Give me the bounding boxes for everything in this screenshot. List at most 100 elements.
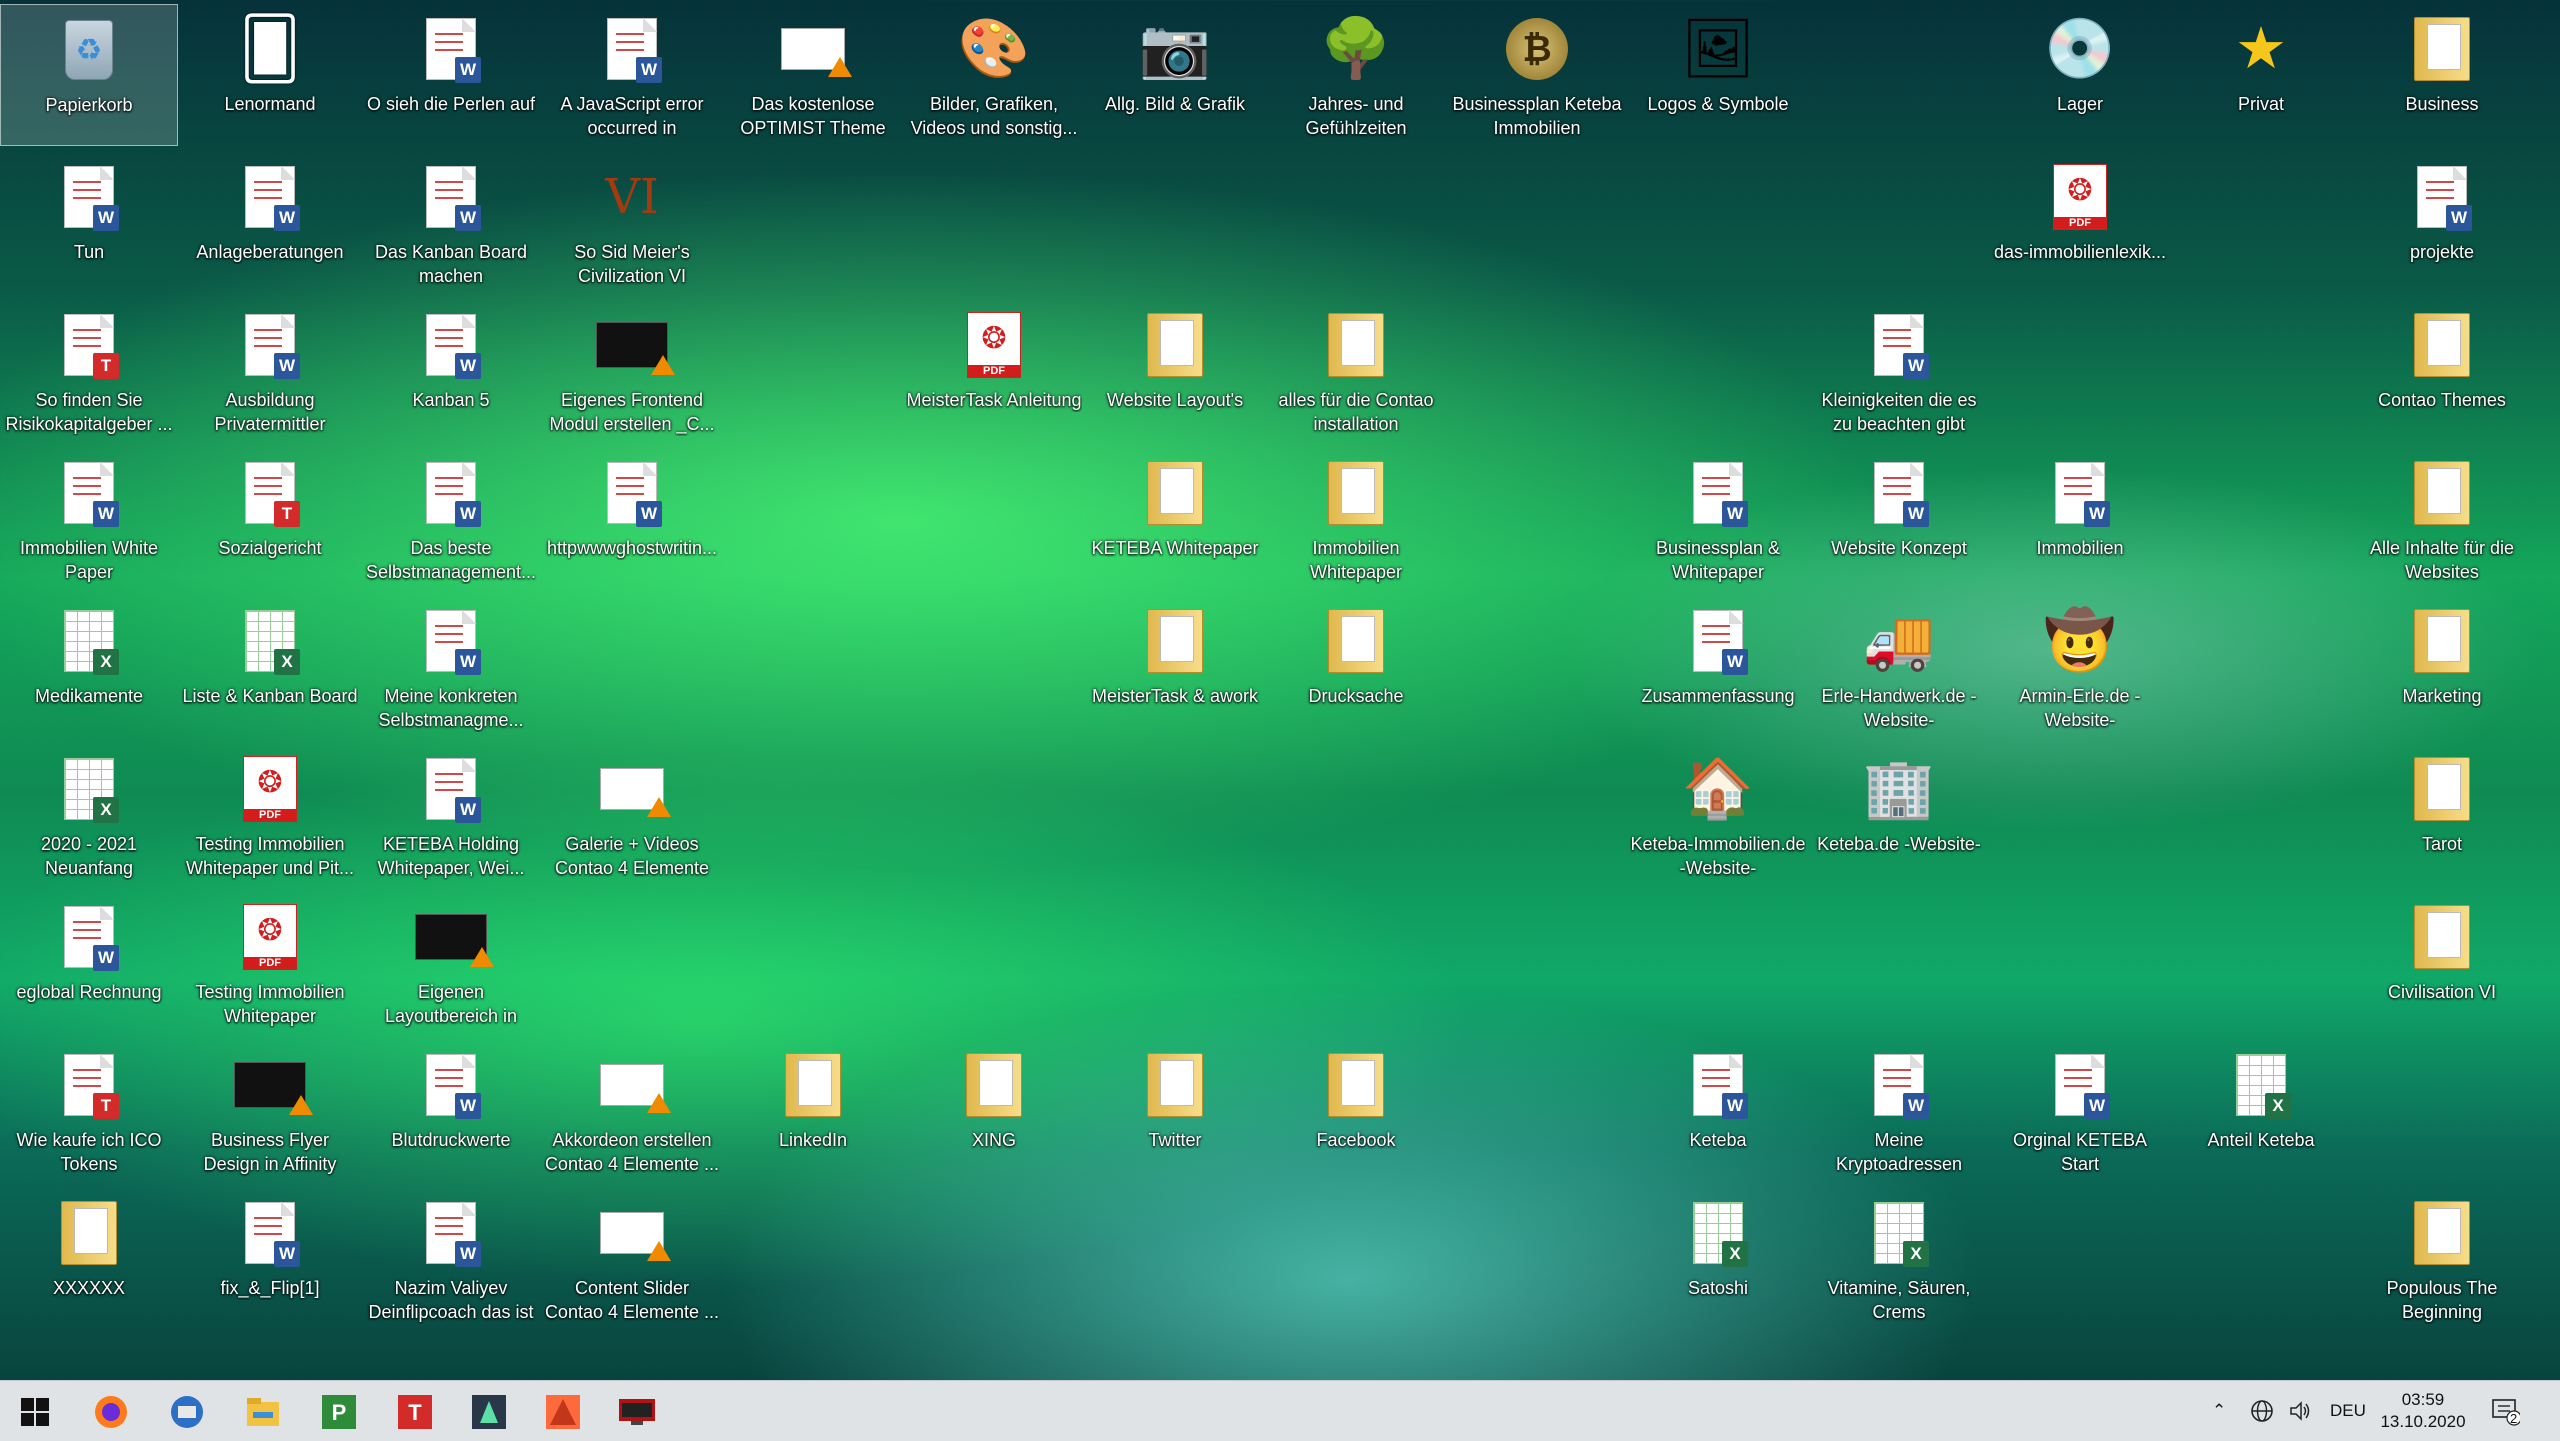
file-explorer-taskbar-button[interactable] xyxy=(240,1389,286,1435)
desktop-icon[interactable]: Business Flyer Design in Affinity Publis… xyxy=(181,1040,359,1182)
desktop-icon[interactable]: XING xyxy=(905,1040,1083,1182)
desktop-icon[interactable]: Wfix_&_Flip[1] xyxy=(181,1188,359,1330)
desktop-icon[interactable]: XXXXXX xyxy=(0,1188,178,1330)
desktop-icon[interactable]: W Ausbildung Privatermittler xyxy=(181,300,359,442)
desktop-icon[interactable]: W Meine konkreten Selbstmanagme... xyxy=(362,596,540,738)
desktop-icon[interactable]: T Sozialgericht xyxy=(181,448,359,590)
wintv-taskbar-button[interactable] xyxy=(614,1389,660,1435)
desktop-icon-label: Keteba.de -Website- xyxy=(1817,834,1981,854)
input-language-indicator[interactable]: DEU xyxy=(2330,1381,2366,1441)
desktop-icon[interactable]: alles für die Contao installation xyxy=(1267,300,1445,442)
desktop-icon[interactable]: LinkedIn xyxy=(724,1040,902,1182)
desktop-icon[interactable]: Website Layout's xyxy=(1086,300,1264,442)
start-button[interactable] xyxy=(12,1389,58,1435)
desktop-icon[interactable]: Das kostenlose OPTIMIST Theme für... xyxy=(724,4,902,146)
wintv-icon xyxy=(619,1399,655,1425)
desktop-icon[interactable]: W Zusammenfassung xyxy=(1629,596,1807,738)
firefox-taskbar-button[interactable] xyxy=(88,1389,134,1435)
planmaker-taskbar-button[interactable]: P xyxy=(316,1389,362,1435)
desktop-icon[interactable]: W Blutdruckwerte xyxy=(362,1040,540,1182)
desktop-icon[interactable]: ★ Privat xyxy=(2172,4,2350,146)
desktop-icon[interactable]: W Das beste Selbstmanagement... xyxy=(362,448,540,590)
desktop-icon[interactable]: Twitter xyxy=(1086,1040,1264,1182)
desktop-icon[interactable]: ❂ PDF Testing Immobilien Whitepaper xyxy=(181,892,359,1034)
network-button[interactable] xyxy=(2250,1381,2274,1441)
desktop-icon[interactable]: ♻ Papierkorb xyxy=(0,4,178,146)
desktop-icon[interactable]: T Wie kaufe ich ICO Tokens xyxy=(0,1040,178,1182)
desktop-icon[interactable]: W O sieh die Perlen auf xyxy=(362,4,540,146)
desktop-icon[interactable]: ❂ PDF das-immobilienlexik... xyxy=(1991,152,2169,294)
desktop-icon[interactable]: Drucksache xyxy=(1267,596,1445,738)
desktop-icon[interactable]: ₿ Businessplan Keteba Immobilien xyxy=(1448,4,1626,146)
desktop-icon[interactable]: ❂ PDF MeisterTask Anleitung xyxy=(905,300,1083,442)
desktop-icon-label: Sozialgericht xyxy=(218,538,322,558)
desktop-icon[interactable]: Galerie + Videos Contao 4 Elemente #3 xyxy=(543,744,721,886)
desktop-icon[interactable]: 🎨 Bilder, Grafiken, Videos und sonstig... xyxy=(905,4,1083,146)
desktop-icon[interactable]: 📷 Allg. Bild & Grafik xyxy=(1086,4,1264,146)
desktop-icon[interactable]: 💿 Lager xyxy=(1991,4,2169,146)
desktop-icon[interactable]: MeisterTask & awork xyxy=(1086,596,1264,738)
desktop-icon[interactable]: Populous The Beginning xyxy=(2353,1188,2531,1330)
desktop-icon[interactable]: W Immobilien White Paper xyxy=(0,448,178,590)
desktop-icon[interactable]: Facebook xyxy=(1267,1040,1445,1182)
show-hidden-icons-button[interactable]: ⌃ xyxy=(2212,1381,2226,1441)
desktop-icon[interactable]: Alle Inhalte für die Websites xyxy=(2353,448,2531,590)
desktop-icon[interactable]: W Kleinigkeiten die es zu beachten gibt xyxy=(1810,300,1988,442)
desktop-icon[interactable]: Marketing xyxy=(2353,596,2531,738)
desktop-icon[interactable]: Tarot xyxy=(2353,744,2531,886)
desktop-icon[interactable]: 🏢 Keteba.de -Website- xyxy=(1810,744,1988,886)
desktop-icon[interactable]: KETEBA Whitepaper xyxy=(1086,448,1264,590)
desktop-icon[interactable]: W Nazim Valiyev Deinflipcoach das ist xyxy=(362,1188,540,1330)
desktop-icon[interactable]: X 2020 - 2021 Neuanfang xyxy=(0,744,178,886)
desktop-icon[interactable]: X Satoshi xyxy=(1629,1188,1807,1330)
desktop-icon[interactable]: W Meine Kryptoadressen xyxy=(1810,1040,1988,1182)
desktop-icon[interactable]: W Tun xyxy=(0,152,178,294)
desktop-icon[interactable]: Eigenes Frontend Modul erstellen _C... xyxy=(543,300,721,442)
desktop-icon[interactable]: W Das Kanban Board machen xyxy=(362,152,540,294)
desktop-icon[interactable]: W KETEBA Holding Whitepaper, Wei... xyxy=(362,744,540,886)
desktop-icon[interactable]: ❂ PDF Testing Immobilien Whitepaper und Pi… xyxy=(181,744,359,886)
desktop-icon[interactable]: Immobilien Whitepaper xyxy=(1267,448,1445,590)
desktop-icon[interactable]: Civilisation VI xyxy=(2353,892,2531,1034)
excel-spreadsheet-icon: X xyxy=(53,602,125,680)
desktop-icon[interactable]: W Immobilien xyxy=(1991,448,2169,590)
desktop-icon[interactable]: X Anteil Keteba xyxy=(2172,1040,2350,1182)
desktop-icon[interactable]: 🚚 Erle-Handwerk.de -Website- xyxy=(1810,596,1988,738)
textmaker-taskbar-button[interactable]: T xyxy=(392,1389,438,1435)
desktop-icon[interactable]: Content Slider Contao 4 Elemente ... xyxy=(543,1188,721,1330)
desktop-icon-label: Keteba xyxy=(1689,1130,1747,1150)
desktop-icon[interactable]: 🌳 Jahres- und Gefühlzeiten xyxy=(1267,4,1445,146)
desktop-icon[interactable]: 🖼 Logos & Symbole xyxy=(1629,4,1807,146)
desktop-icon[interactable]: Eigenen Layoutbereich in Contao erstelle… xyxy=(362,892,540,1034)
desktop-icon[interactable]: X Medikamente xyxy=(0,596,178,738)
clock[interactable]: 03:59 13.10.2020 xyxy=(2378,1381,2468,1441)
desktop-icon[interactable]: Whttpwwwghostwritin... xyxy=(543,448,721,590)
desktop-icon[interactable]: Akkordeon erstellen Contao 4 Elemente ..… xyxy=(543,1040,721,1182)
desktop-icon[interactable]: Contao Themes xyxy=(2353,300,2531,442)
desktop-icon[interactable]: W Website Konzept xyxy=(1810,448,1988,590)
desktop-icon[interactable]: 🂠 Lenormand xyxy=(181,4,359,146)
desktop-icon[interactable]: W Anlageberatungen xyxy=(181,152,359,294)
affinity-publisher-taskbar-button[interactable] xyxy=(466,1389,512,1435)
desktop-icon[interactable]: 🏠 Keteba-Immobilien.de -Website- xyxy=(1629,744,1807,886)
action-center-button[interactable]: 2 xyxy=(2490,1381,2520,1441)
desktop-icon[interactable]: T So finden Sie Risikokapitalgeber ... xyxy=(0,300,178,442)
volume-button[interactable] xyxy=(2288,1381,2312,1441)
folder-icon xyxy=(1139,1046,1211,1124)
desktop-icon[interactable]: W Keteba xyxy=(1629,1040,1807,1182)
desktop-icon[interactable]: VI So Sid Meier's Civilization VI xyxy=(543,152,721,294)
affinity-designer-taskbar-button[interactable] xyxy=(540,1389,586,1435)
desktop-icon[interactable]: X Vitamine, Säuren, Crems xyxy=(1810,1188,1988,1330)
thunderbird-taskbar-button[interactable] xyxy=(164,1389,210,1435)
desktop-icon[interactable]: Weglobal Rechnung xyxy=(0,892,178,1034)
desktop-icon[interactable]: Business xyxy=(2353,4,2531,146)
pdf-icon: ❂ PDF xyxy=(234,898,306,976)
desktop-icon[interactable]: W A JavaScript error occurred in xyxy=(543,4,721,146)
desktop-icon[interactable]: X Liste & Kanban Board xyxy=(181,596,359,738)
desktop-icon[interactable]: Wprojekte xyxy=(2353,152,2531,294)
desktop-icon[interactable]: W Orginal KETEBA Start xyxy=(1991,1040,2169,1182)
desktop-icon[interactable]: W Businessplan & Whitepaper xyxy=(1629,448,1807,590)
excel-spreadsheet-icon: X xyxy=(1863,1194,1935,1272)
desktop-icon[interactable]: 🤠 Armin-Erle.de -Website- xyxy=(1991,596,2169,738)
desktop-icon[interactable]: W Kanban 5 xyxy=(362,300,540,442)
